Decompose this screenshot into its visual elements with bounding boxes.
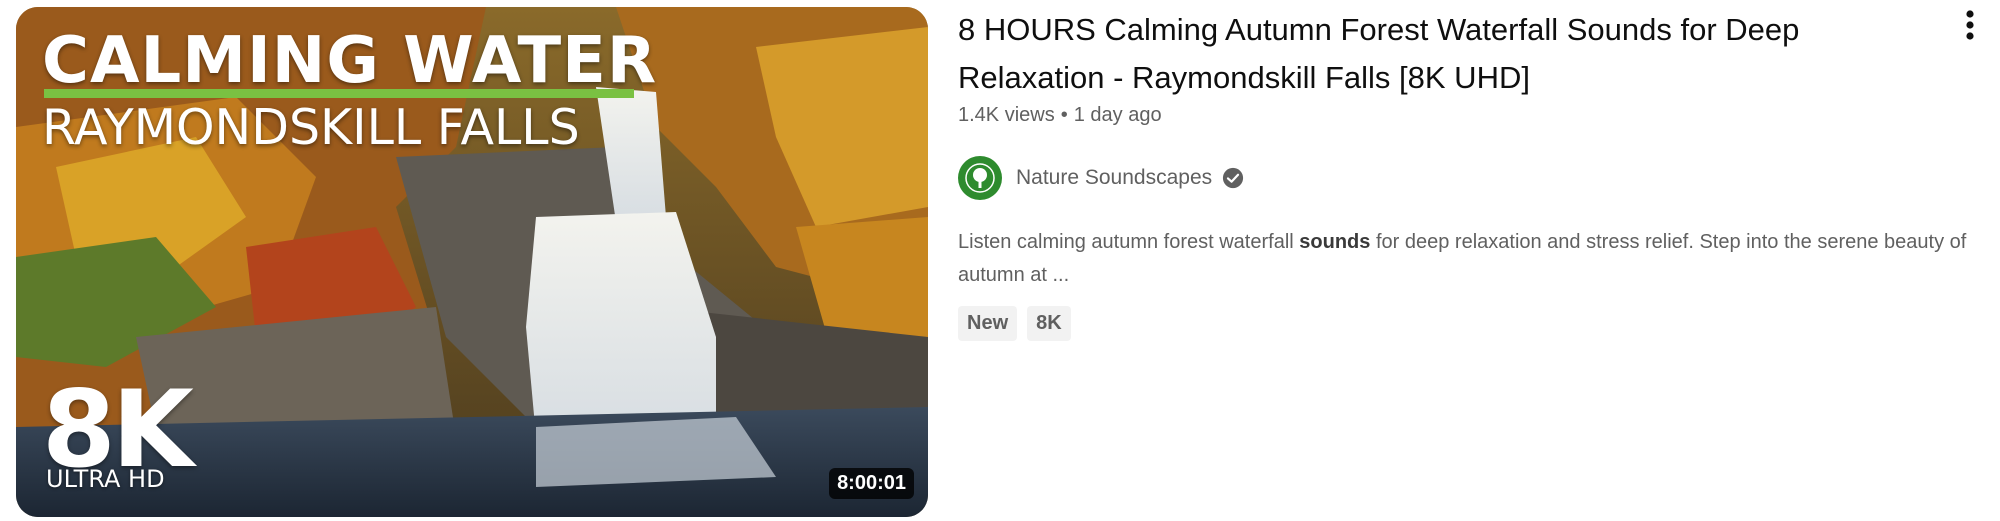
video-title[interactable]: 8 HOURS Calming Autumn Forest Waterfall … — [958, 6, 1888, 102]
thumbnail-accent-bar — [44, 89, 634, 98]
action-menu-button[interactable] — [1955, 6, 1985, 46]
upload-age: 1 day ago — [1073, 104, 1162, 126]
tree-icon — [965, 163, 995, 193]
badge-list: New 8K — [958, 306, 1071, 341]
more-vert-icon — [1966, 10, 1974, 40]
channel-avatar[interactable] — [958, 156, 1002, 200]
description-highlight: sounds — [1299, 231, 1371, 253]
video-description: Listen calming autumn forest waterfall s… — [958, 226, 1978, 292]
video-result[interactable]: CALMING WATER RAYMONDSKILL FALLS 8K ULTR… — [0, 0, 2000, 521]
video-thumbnail[interactable]: CALMING WATER RAYMONDSKILL FALLS 8K ULTR… — [16, 7, 928, 517]
resolution-caption: ULTRA HD — [46, 465, 165, 493]
channel-name[interactable]: Nature Soundscapes — [1016, 166, 1212, 190]
channel-link[interactable]: Nature Soundscapes — [958, 156, 1244, 200]
meta-separator: • — [1060, 104, 1068, 126]
8k-badge: 8K — [1027, 306, 1071, 341]
thumbnail-subheadline: RAYMONDSKILL FALLS — [42, 99, 580, 156]
duration-badge: 8:00:01 — [829, 468, 914, 499]
check-circle-icon — [1223, 167, 1244, 189]
description-text-start: Listen calming autumn forest waterfall — [958, 231, 1300, 253]
video-metadata: 1.4K views • 1 day ago — [958, 104, 1162, 127]
view-count: 1.4K views — [958, 104, 1055, 126]
new-badge: New — [958, 306, 1018, 341]
thumbnail-headline: CALMING WATER — [42, 24, 658, 98]
